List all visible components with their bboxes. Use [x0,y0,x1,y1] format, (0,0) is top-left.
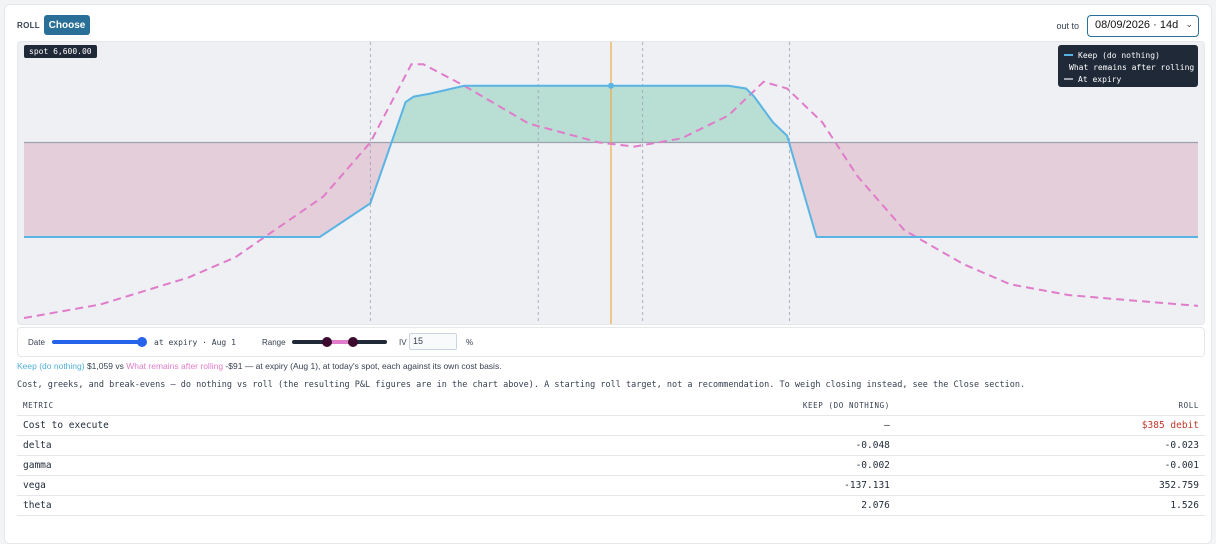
expiry-date-select[interactable]: 08/09/2026 · 14d ⌄ [1087,15,1199,37]
roll-cell: $385 debit [895,415,1205,436]
section-label: ROLL [17,21,40,30]
legend-label-remaining: What remains after rolling [1069,62,1195,72]
date-slider-handle[interactable] [137,337,147,347]
greeks-table: METRIC KEEP (DO NOTHING) ROLL Cost to ex… [17,397,1205,516]
loss-region [24,142,390,237]
summary-keep-value: $1,059 [86,361,113,371]
metric-cell: theta [17,495,454,516]
date-slider-track [52,340,144,344]
roll-cell: -0.001 [895,455,1205,476]
spot-label: spot 6,600.00 [24,45,97,58]
summary-remaining-value: -$91 [225,361,243,371]
keep-cell: -137.131 [453,475,896,496]
range-label: Range [262,338,286,347]
legend-label-keep: Keep (do nothing) [1078,50,1160,60]
roll-header: ROLL Choose out to 08/09/2026 · 14d ⌄ [17,15,1199,39]
range-slider-low-handle[interactable] [322,337,332,347]
col-header-metric: METRIC [17,397,454,416]
table-row: Cost to execute — $385 debit [17,415,1205,436]
metric-cell: Cost to execute [17,415,454,436]
metric-cell: vega [17,475,454,496]
col-header-roll: ROLL [895,397,1205,416]
table-header-row: METRIC KEEP (DO NOTHING) ROLL [17,397,1205,416]
range-slider-high-handle[interactable] [348,337,358,347]
summary-rest: — at expiry (Aug 1), at today's spot, ea… [244,361,502,371]
pnl-chart[interactable]: spot 6,600.00 Keep (do nothing) What rem… [17,41,1205,325]
roll-card: ROLL Choose out to 08/09/2026 · 14d ⌄ sp… [4,4,1212,544]
choose-button[interactable]: Choose [44,15,90,35]
expiry-date-value: 08/09/2026 · 14d [1095,19,1179,31]
legend-label-expiry: At expiry [1078,74,1122,84]
keep-cell: 2.076 [453,495,896,516]
legend-item-expiry: At expiry [1064,73,1192,85]
summary-keep-label: Keep (do nothing) [17,361,85,371]
iv-unit: % [466,338,474,347]
table-row: theta 2.076 1.526 [17,495,1205,516]
col-header-keep: KEEP (DO NOTHING) [453,397,896,416]
keep-cell: -0.002 [453,455,896,476]
table-row: vega -137.131 352.759 [17,475,1205,496]
out-to-label: out to [1056,21,1079,31]
summary-remaining-label: What remains after rolling [126,361,224,371]
keep-cell: — [453,415,896,436]
chart-legend: Keep (do nothing) What remains after rol… [1058,45,1198,87]
table-row: gamma -0.002 -0.001 [17,455,1205,476]
pnl-chart-svg [23,42,1199,324]
summary-vs: vs [115,361,124,371]
date-value: at expiry · Aug 1 [154,338,236,347]
spot-marker [608,82,614,89]
roll-cell: 1.526 [895,495,1205,516]
table-row: delta -0.048 -0.023 [17,435,1205,456]
iv-label: IV [399,338,407,347]
iv-input[interactable]: 15 [409,333,457,350]
legend-item-keep: Keep (do nothing) [1064,49,1192,61]
pnl-summary: Keep (do nothing) $1,059 vs What remains… [17,361,502,371]
chevron-down-icon: ⌄ [1185,19,1193,29]
roll-description: Cost, greeks, and break-evens — do nothi… [17,380,1026,390]
roll-cell: 352.759 [895,475,1205,496]
legend-swatch-expiry [1064,78,1073,80]
legend-swatch-keep [1064,54,1073,56]
date-label: Date [28,338,45,347]
legend-item-remaining: What remains after rolling [1064,61,1195,73]
profit-region [391,85,788,143]
roll-cell: -0.023 [895,435,1205,456]
chart-controls: Date at expiry · Aug 1 Range IV 15 % [17,327,1205,357]
keep-cell: -0.048 [453,435,896,456]
metric-cell: delta [17,435,454,456]
metric-cell: gamma [17,455,454,476]
loss-region [789,142,1198,237]
